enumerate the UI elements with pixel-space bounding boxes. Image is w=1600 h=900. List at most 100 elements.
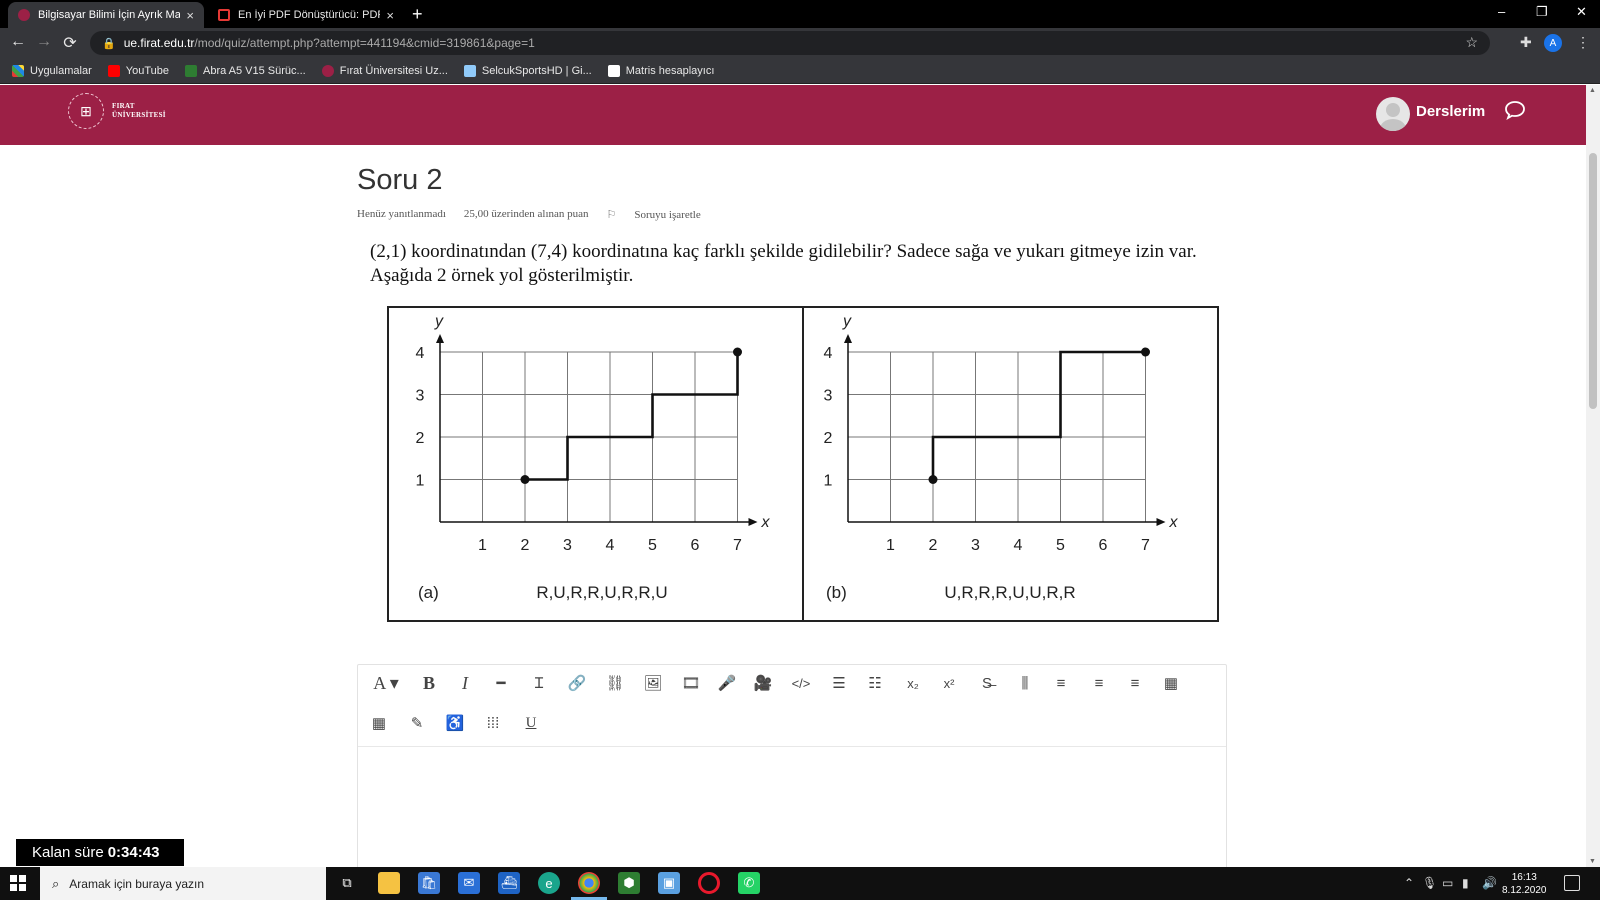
shield-app-icon[interactable]: ⬢ [618,872,640,894]
record-video-icon[interactable]: 🎥 [750,671,776,695]
store-icon[interactable]: 🛍 [418,872,440,894]
chrome-icon[interactable] [578,872,600,894]
subscript-icon[interactable]: x₂ [900,671,926,695]
numbered-list-icon[interactable]: ☷ [862,671,888,695]
tray-chevron-icon[interactable]: ⌃ [1404,876,1414,890]
underline-icon[interactable]: U [518,711,544,735]
ship-app-icon[interactable]: ⛴ [498,872,520,894]
record-audio-icon[interactable]: 🎤 [714,671,740,695]
scroll-down-icon[interactable]: ▼ [1589,858,1596,865]
accessibility-icon[interactable]: ♿ [442,711,468,735]
rtl-icon[interactable]: ⫼ [1012,671,1038,695]
superscript-icon[interactable]: x² [936,671,962,695]
x-tick-label: 4 [606,537,615,554]
bookmark-selcuksports[interactable]: SelcukSportsHD | Gi... [463,64,592,77]
italic-icon[interactable]: I [452,671,478,695]
tab-close-icon[interactable]: × [386,8,394,23]
link-icon[interactable]: 🔗 [564,671,590,695]
pdf-favicon-icon [218,9,230,21]
network-icon[interactable]: ▭ [1442,876,1453,890]
bookmark-star-icon[interactable]: ☆ [1465,34,1478,51]
endpoint-marker [520,475,530,484]
microphone-icon[interactable]: 🎙 [1422,876,1437,890]
x-tick-label: 3 [971,537,980,554]
url-path: /mod/quiz/attempt.php?attempt=441194&cmi… [194,36,535,50]
clear-format-icon[interactable]: Ɪ [526,671,552,695]
x-tick-label: 1 [886,537,895,554]
bookmark-apps[interactable]: Uygulamalar [12,64,92,77]
html-code-icon[interactable]: </> [788,671,814,695]
page-scrollbar[interactable]: ▲ ▼ [1586,85,1600,867]
strikethrough-icon[interactable]: S̶ [974,671,1000,695]
align-left-icon[interactable]: ≡ [1048,671,1074,695]
youtube-icon [107,64,120,77]
bold-icon[interactable]: B [416,671,442,695]
align-center-icon[interactable]: ≡ [1086,671,1112,695]
address-bar[interactable]: 🔒 ue.firat.edu.tr /mod/quiz/attempt.php?… [90,31,1490,55]
x-axis-label: x [761,514,771,531]
x-tick-label: 5 [1056,537,1065,554]
back-arrow-icon[interactable]: ← [8,33,28,51]
forward-arrow-icon[interactable]: → [34,33,54,51]
my-courses-link[interactable]: Derslerim [1416,103,1485,120]
profile-avatar[interactable]: A [1544,34,1562,52]
reload-icon[interactable]: ⟳ [60,33,80,53]
opera-icon[interactable] [698,872,720,894]
scrollbar-thumb[interactable] [1589,153,1597,409]
windows-start-icon[interactable] [10,875,26,891]
whatsapp-icon[interactable]: ✆ [738,872,760,894]
edge-icon[interactable]: e [538,872,560,894]
clock-time: 16:13 [1511,872,1537,883]
x-tick-label: 5 [648,537,657,554]
bookmark-matris[interactable]: Matris hesaplayıcı [607,64,714,77]
x-tick-label: 7 [733,537,742,554]
minimize-button[interactable]: – [1498,4,1505,19]
close-window-button[interactable]: ✕ [1576,4,1587,20]
image-icon[interactable]: 🖼 [640,671,666,695]
abra-icon [184,64,197,77]
mail-icon[interactable]: ✉ [458,872,480,894]
new-tab-button[interactable]: + [412,4,423,25]
special-char-icon[interactable]: ⁞⁞⁞ [480,711,506,735]
restore-button[interactable]: ❐ [1536,4,1548,20]
task-view-icon[interactable]: ⧉ [336,872,358,894]
equation-icon[interactable]: ▦ [366,711,392,735]
university-logo[interactable]: ⊞ FIRAT ÜNİVERSİTESİ [68,93,166,129]
messages-icon[interactable] [1504,99,1526,121]
path-caption: U,R,R,R,U,U,R,R [944,583,1075,602]
menu-dots-icon[interactable]: ⋮ [1576,34,1590,51]
scroll-up-icon[interactable]: ▲ [1589,87,1596,94]
battery-icon[interactable]: ▮ [1462,876,1469,890]
x-tick-label: 3 [563,537,572,554]
font-style-icon[interactable]: A ▾ [366,671,406,695]
flag-question-link[interactable]: ⚐ Soruyu işaretle [607,208,719,221]
x-tick-label: 4 [1014,537,1023,554]
table-icon[interactable]: ▦ [1158,671,1184,695]
horizontal-rule-icon[interactable]: ━ [488,671,514,695]
x-tick-label: 2 [521,537,530,554]
editor-content-area[interactable] [358,749,1226,873]
unlink-icon[interactable]: ⛓ [602,671,628,695]
system-clock[interactable]: 16:13 8.12.2020 [1502,871,1547,897]
bookmark-abra[interactable]: Abra A5 V15 Sürüc... [184,64,306,77]
tab-quiz[interactable]: Bilgisayar Bilimi İçin Ayrık Matem × [8,2,204,28]
x-axis-label: x [1169,514,1179,531]
taskbar-search[interactable]: ⌕ Aramak için buraya yazın [40,867,326,900]
bullet-list-icon[interactable]: ☰ [826,671,852,695]
media-icon[interactable]: 🎞 [678,671,704,695]
notification-center-icon[interactable] [1564,875,1580,891]
align-right-icon[interactable]: ≡ [1122,671,1148,695]
apps-grid-icon [12,64,24,77]
file-explorer-icon[interactable] [378,872,400,894]
user-avatar[interactable] [1376,97,1410,131]
endpoint-marker [733,347,742,357]
tab-close-icon[interactable]: × [186,8,194,23]
y-tick-label: 3 [416,388,425,405]
edit-icon[interactable]: ✎ [404,711,430,735]
volume-icon[interactable]: 🔊 [1482,876,1497,890]
bookmark-firat[interactable]: Fırat Üniversitesi Uz... [321,64,448,77]
cube-app-icon[interactable]: ▣ [658,872,680,894]
tab-pdf[interactable]: En İyi PDF Dönüştürücü: PDF Dö × [208,2,404,28]
extensions-icon[interactable]: ✚ [1520,34,1532,51]
bookmark-youtube[interactable]: YouTube [107,64,169,77]
